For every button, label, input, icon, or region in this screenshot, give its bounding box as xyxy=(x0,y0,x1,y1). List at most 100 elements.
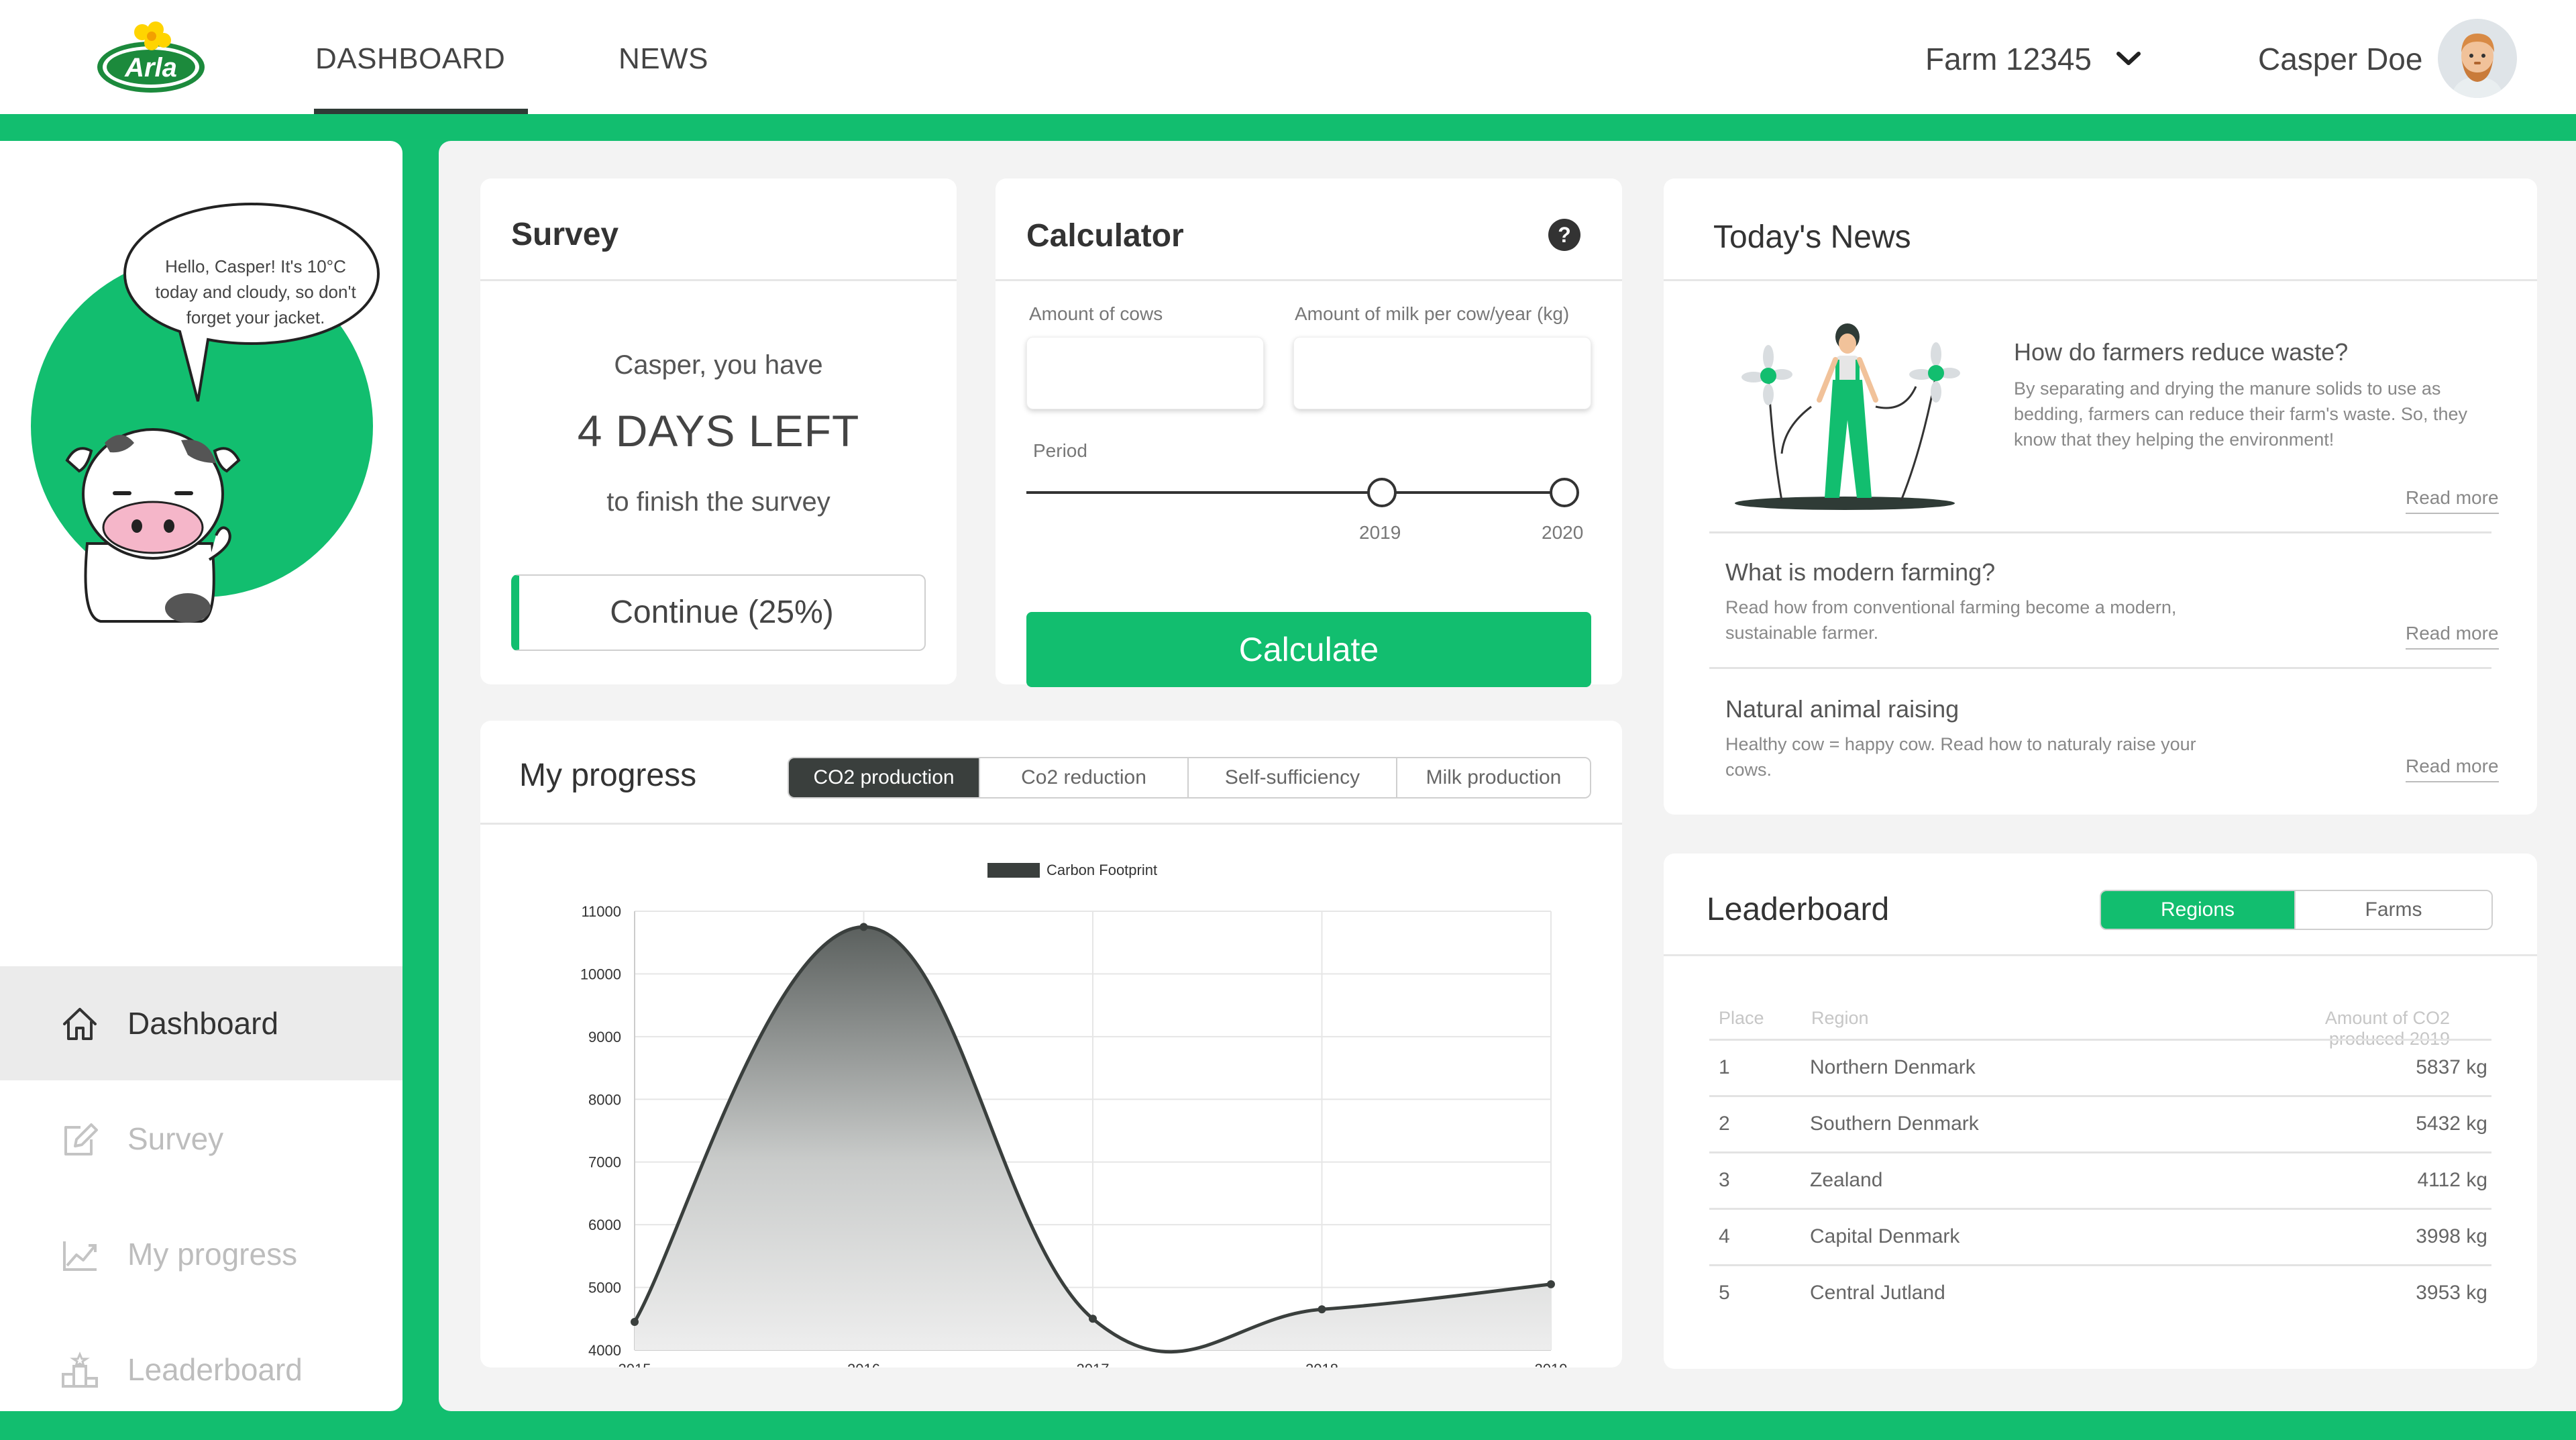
x-tick-label: 2018 xyxy=(1305,1361,1338,1368)
chevron-down-icon[interactable] xyxy=(2114,48,2143,68)
column-header-place: Place xyxy=(1719,1008,1764,1028)
y-tick-label: 4000 xyxy=(588,1342,621,1359)
divider xyxy=(1664,279,2537,281)
continue-survey-button[interactable]: Continue (25%) xyxy=(511,574,926,651)
survey-intro-text: Casper, you have xyxy=(614,350,823,380)
data-point xyxy=(631,1317,639,1326)
toggle-regions[interactable]: Regions xyxy=(2101,891,2296,929)
sidebar-item-label: Leaderboard xyxy=(127,1352,303,1387)
x-tick-label: 2017 xyxy=(1077,1361,1110,1368)
divider xyxy=(1664,954,2537,956)
y-tick-label: 7000 xyxy=(588,1154,621,1171)
row-region: Southern Denmark xyxy=(1810,1113,1979,1135)
nav-tab-dashboard[interactable]: DASHBOARD xyxy=(313,0,529,114)
sidebar-item-leaderboard[interactable]: Leaderboard xyxy=(0,1313,402,1427)
progress-tabs: CO2 production Co2 reduction Self-suffic… xyxy=(788,757,1591,799)
period-end-handle[interactable] xyxy=(1550,478,1579,507)
avatar-face-icon xyxy=(2438,19,2517,98)
sidebar: Hello, Casper! It's 10°C today and cloud… xyxy=(0,141,402,1411)
sidebar-item-label: Survey xyxy=(127,1121,224,1156)
cows-input[interactable] xyxy=(1026,337,1264,409)
row-place: 4 xyxy=(1719,1225,1730,1247)
calculate-button[interactable]: Calculate xyxy=(1026,612,1591,687)
toggle-farms[interactable]: Farms xyxy=(2296,891,2491,929)
y-tick-label: 10000 xyxy=(580,966,621,982)
read-more-link[interactable]: Read more xyxy=(2406,487,2499,514)
survey-days-left: 4 DAYS LEFT xyxy=(577,406,860,456)
leaderboard-title: Leaderboard xyxy=(1707,892,1890,927)
row-region: Northern Denmark xyxy=(1810,1056,1976,1078)
data-point xyxy=(1089,1315,1097,1323)
x-tick-label: 2019 xyxy=(1535,1361,1568,1368)
sidebar-item-survey[interactable]: Survey xyxy=(0,1082,402,1196)
period-end-year: 2020 xyxy=(1542,522,1584,543)
trend-icon xyxy=(63,1241,97,1271)
table-row[interactable]: 5 Central Jutland 3953 kg xyxy=(1709,1264,2491,1322)
survey-title: Survey xyxy=(511,217,619,252)
avatar[interactable] xyxy=(2438,19,2517,98)
sidebar-item-dashboard[interactable]: Dashboard xyxy=(0,966,402,1080)
read-more-link[interactable]: Read more xyxy=(2406,623,2499,650)
row-place: 3 xyxy=(1719,1169,1730,1191)
podium-icon xyxy=(62,1351,98,1388)
divider xyxy=(480,823,1622,825)
milk-input[interactable] xyxy=(1293,337,1591,409)
table-row[interactable]: 2 Southern Denmark 5432 kg xyxy=(1709,1095,2491,1153)
x-tick-label: 2016 xyxy=(847,1361,880,1368)
data-point xyxy=(859,923,868,931)
tab-self-sufficiency[interactable]: Self-sufficiency xyxy=(1189,758,1397,797)
row-place: 5 xyxy=(1719,1282,1730,1304)
leaderboard-toggle: Regions Farms xyxy=(2100,890,2493,930)
tab-milk-production[interactable]: Milk production xyxy=(1397,758,1590,797)
divider xyxy=(1709,667,2491,669)
main-panel: Survey Casper, you have 4 DAYS LEFT to f… xyxy=(439,141,2576,1411)
cow-mascot-icon xyxy=(65,428,241,623)
calculator-card: Calculator ? Amount of cows Amount of mi… xyxy=(996,178,1622,687)
home-icon xyxy=(63,1008,97,1040)
sidebar-item-label: My progress xyxy=(127,1237,298,1272)
row-region: Zealand xyxy=(1810,1169,1883,1191)
survey-finish-text: to finish the survey xyxy=(606,487,830,517)
period-start-handle[interactable] xyxy=(1367,478,1397,507)
farm-selector[interactable]: Farm 12345 xyxy=(1925,0,2092,114)
news-article-title[interactable]: What is modern farming? xyxy=(1725,558,1995,586)
y-tick-label: 5000 xyxy=(588,1280,621,1296)
survey-card: Survey Casper, you have 4 DAYS LEFT to f… xyxy=(480,178,957,684)
tab-co2-production[interactable]: CO2 production xyxy=(789,758,981,797)
row-place: 2 xyxy=(1719,1113,1730,1135)
read-more-link[interactable]: Read more xyxy=(2406,756,2499,782)
y-tick-label: 6000 xyxy=(588,1217,621,1233)
y-tick-label: 9000 xyxy=(588,1029,621,1045)
news-article-title[interactable]: How do farmers reduce waste? xyxy=(2014,338,2348,366)
news-article-body: Healthy cow = happy cow. Read how to nat… xyxy=(1725,734,2196,780)
row-region: Capital Denmark xyxy=(1810,1225,1960,1247)
table-row[interactable]: 4 Capital Denmark 3998 kg xyxy=(1709,1208,2491,1266)
sidebar-item-my-progress[interactable]: My progress xyxy=(0,1197,402,1311)
cows-label: Amount of cows xyxy=(1029,303,1163,324)
divider xyxy=(1709,531,2491,533)
speech-text: Hello, Casper! It's 10°C today and cloud… xyxy=(155,256,356,327)
table-row[interactable]: 3 Zealand 4112 kg xyxy=(1709,1151,2491,1209)
table-row[interactable]: 1 Northern Denmark 5837 kg xyxy=(1709,1039,2491,1096)
help-icon[interactable]: ? xyxy=(1547,217,1582,252)
legend-swatch xyxy=(987,863,1040,878)
news-title: Today's News xyxy=(1713,219,1911,255)
nav-tab-news[interactable]: NEWS xyxy=(619,0,708,114)
arla-logo[interactable]: Arla xyxy=(94,20,208,95)
tab-co2-reduction[interactable]: Co2 reduction xyxy=(980,758,1189,797)
row-amount: 3998 kg xyxy=(2416,1225,2487,1247)
x-tick-label: 2015 xyxy=(619,1361,651,1368)
row-amount: 5837 kg xyxy=(2416,1056,2487,1078)
svg-text:?: ? xyxy=(1558,223,1571,247)
user-name: Casper Doe xyxy=(2258,42,2423,76)
my-progress-card: My progress CO2 production Co2 reduction… xyxy=(480,721,1622,1368)
y-tick-label: 11000 xyxy=(581,903,621,920)
y-tick-label: 8000 xyxy=(588,1091,621,1108)
news-article-body: By separating and drying the manure soli… xyxy=(2014,378,2467,450)
progress-title: My progress xyxy=(519,758,697,793)
period-slider-track[interactable] xyxy=(1026,491,1568,494)
news-article-body: Read how from conventional farming becom… xyxy=(1725,597,2177,643)
todays-news-card: Today's News How do farmers reduce waste… xyxy=(1664,178,2537,815)
edit-icon xyxy=(64,1123,98,1155)
news-article-title[interactable]: Natural animal raising xyxy=(1725,695,1959,723)
